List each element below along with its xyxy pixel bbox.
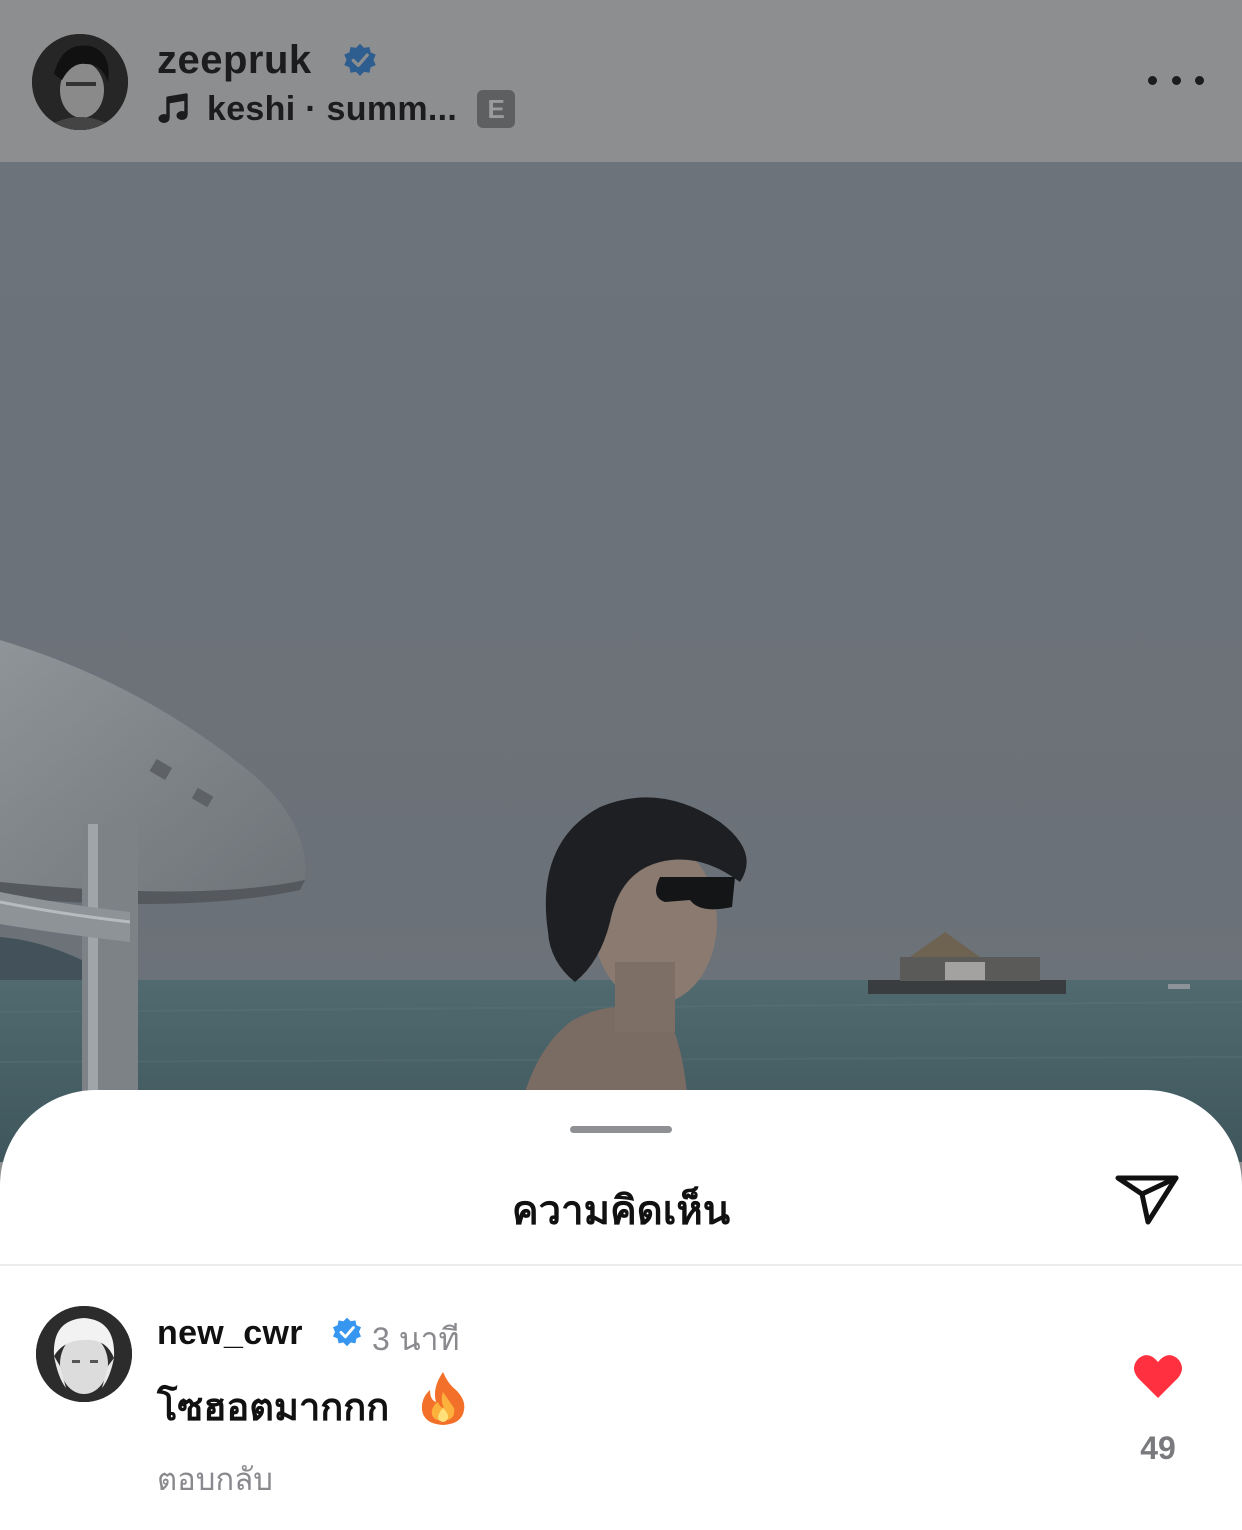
music-track-text: keshi · summ... xyxy=(207,89,458,128)
share-send-icon[interactable] xyxy=(1112,1168,1182,1228)
more-options-icon[interactable] xyxy=(1148,60,1204,100)
comment-username[interactable]: new_cwr xyxy=(157,1314,303,1353)
fire-emoji-icon xyxy=(421,1372,465,1425)
sheet-grabber[interactable] xyxy=(570,1126,672,1133)
sheet-divider xyxy=(0,1264,1242,1266)
comment-text: โซฮอตมากกก xyxy=(157,1387,390,1429)
comment-timestamp: 3 นาที xyxy=(372,1321,460,1357)
music-attribution[interactable]: keshi · summ... E xyxy=(157,88,516,130)
reply-button[interactable]: ตอบกลับ xyxy=(157,1454,273,1504)
comments-sheet: ความคิดเห็น new_cwr 3 นาที โซฮอตมากกก ตอ… xyxy=(0,1090,1242,1530)
post-username[interactable]: zeepruk xyxy=(157,38,312,83)
explicit-badge: E xyxy=(477,90,516,128)
profile-avatar[interactable] xyxy=(32,34,128,130)
music-note-icon xyxy=(158,93,188,123)
like-count: 49 xyxy=(1140,1430,1176,1466)
heart-icon[interactable] xyxy=(1132,1352,1184,1400)
verified-badge-icon xyxy=(333,1317,361,1347)
comment-avatar[interactable] xyxy=(36,1306,132,1402)
post-header: zeepruk keshi · summ... E xyxy=(0,0,1242,162)
comments-title: ความคิดเห็น xyxy=(511,1189,731,1233)
post-photo[interactable] xyxy=(0,162,1242,1162)
verified-badge-icon xyxy=(344,43,376,77)
